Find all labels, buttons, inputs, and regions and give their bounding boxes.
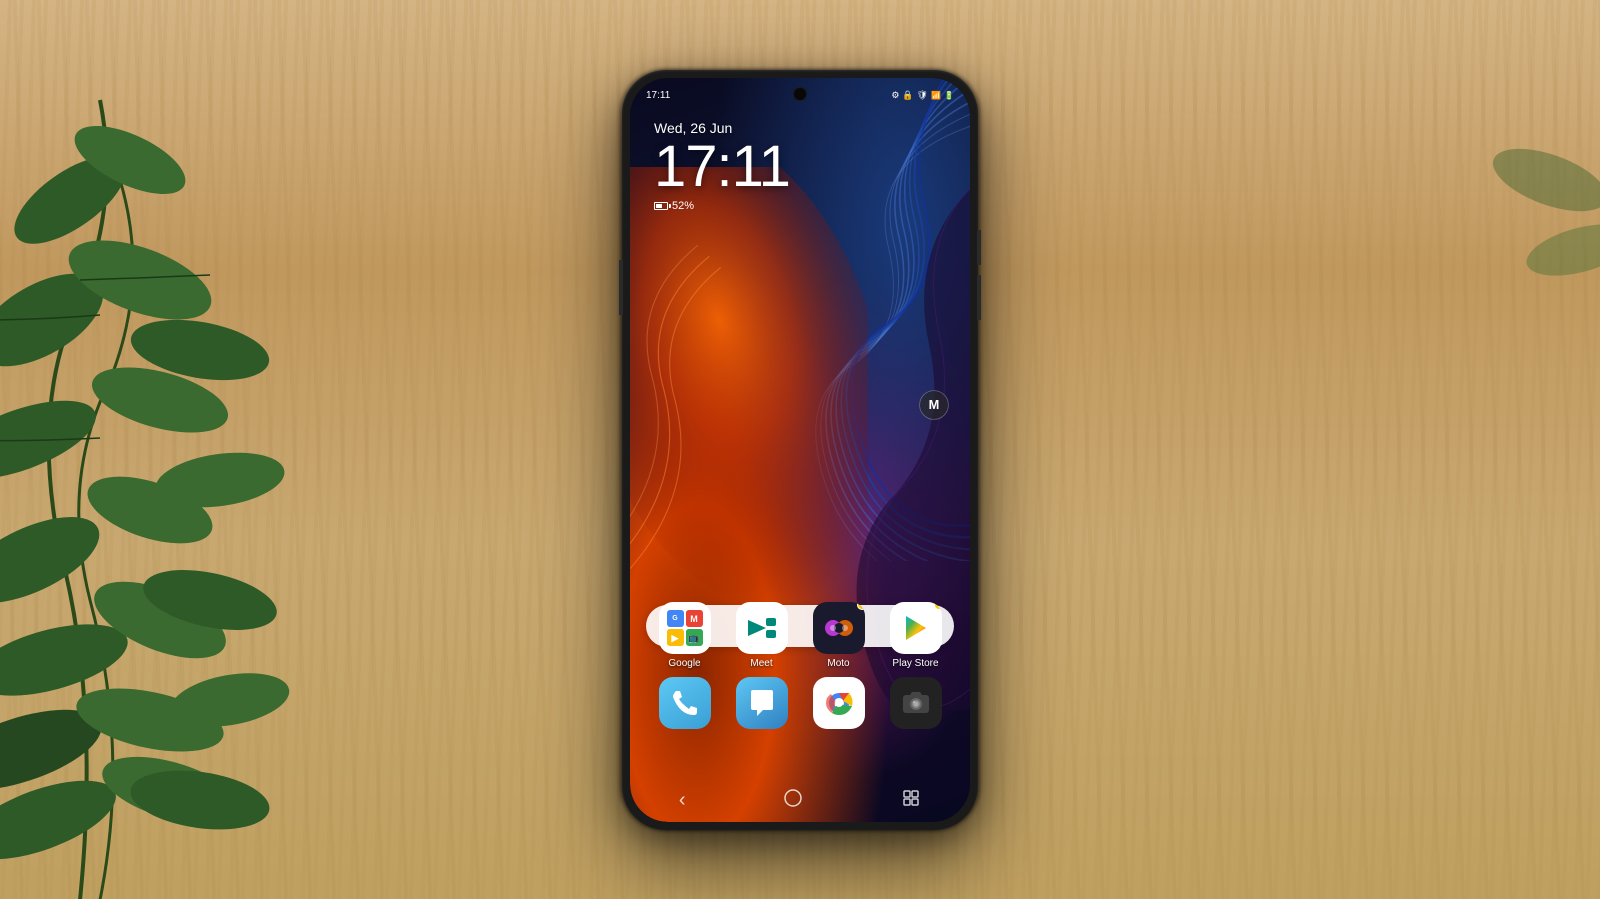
navigation-bar: ‹ (630, 784, 970, 822)
app-item-chrome[interactable] (809, 677, 869, 729)
app-row-2 (646, 677, 954, 729)
app-item-moto[interactable]: Moto (809, 602, 869, 669)
moto-notification-badge (857, 602, 865, 610)
power-button[interactable] (619, 260, 623, 315)
volume-up-button[interactable] (977, 230, 981, 265)
back-button[interactable]: ‹ (679, 789, 686, 812)
clock-widget: Wed, 26 Jun 17:11 52% (654, 120, 790, 212)
app-item-play-store[interactable]: Play Store (886, 602, 946, 669)
front-camera (794, 88, 806, 100)
app-label-moto: Moto (827, 658, 849, 669)
svg-text:▶: ▶ (671, 633, 680, 643)
phone-screen: 17:11 ⚙ 🔒 🛡 📶 🔋 Wed, 26 Jun 17:11 52% (630, 78, 970, 822)
play-store-notification-badge (934, 602, 942, 610)
wifi-status-icon: 📶 (931, 91, 941, 100)
svg-text:M: M (929, 397, 940, 412)
clock-time: 17:11 (654, 138, 790, 196)
app-item-meet[interactable]: Meet (732, 602, 792, 669)
svg-text:M: M (690, 614, 698, 624)
plant-decoration (0, 0, 400, 899)
battery-status-icon: 🔋 (944, 91, 954, 100)
volume-down-button[interactable] (977, 275, 981, 320)
status-time: 17:11 (646, 90, 670, 101)
app-label-play-store: Play Store (892, 658, 938, 669)
motorola-logo: M (918, 389, 950, 421)
app-item-camera[interactable] (886, 677, 946, 729)
app-label-google: Google (668, 658, 700, 669)
app-item-google[interactable]: G M ▶ 📺 (655, 602, 715, 669)
app-item-phone[interactable] (655, 677, 715, 729)
lock-status-icon: 🔒 (902, 90, 913, 101)
shield-status-icon: 🛡 (917, 90, 928, 101)
home-button[interactable] (783, 788, 803, 813)
status-icons: ⚙ 🔒 🛡 📶 🔋 (891, 90, 954, 101)
app-label-meet: Meet (750, 658, 772, 669)
clock-battery: 52% (654, 200, 790, 212)
app-grid: G M ▶ 📺 (630, 602, 970, 737)
recents-button[interactable] (901, 788, 921, 813)
app-item-messages[interactable] (732, 677, 792, 729)
battery-percent: 52% (672, 200, 694, 212)
phone-device: 17:11 ⚙ 🔒 🛡 📶 🔋 Wed, 26 Jun 17:11 52% (622, 70, 978, 830)
plant-right (1300, 100, 1600, 400)
phone-bezel: 17:11 ⚙ 🔒 🛡 📶 🔋 Wed, 26 Jun 17:11 52% (630, 78, 970, 822)
battery-icon (654, 202, 668, 210)
settings-status-icon: ⚙ (891, 90, 899, 101)
app-row-1: G M ▶ 📺 (646, 602, 954, 669)
svg-text:📺: 📺 (688, 633, 699, 643)
